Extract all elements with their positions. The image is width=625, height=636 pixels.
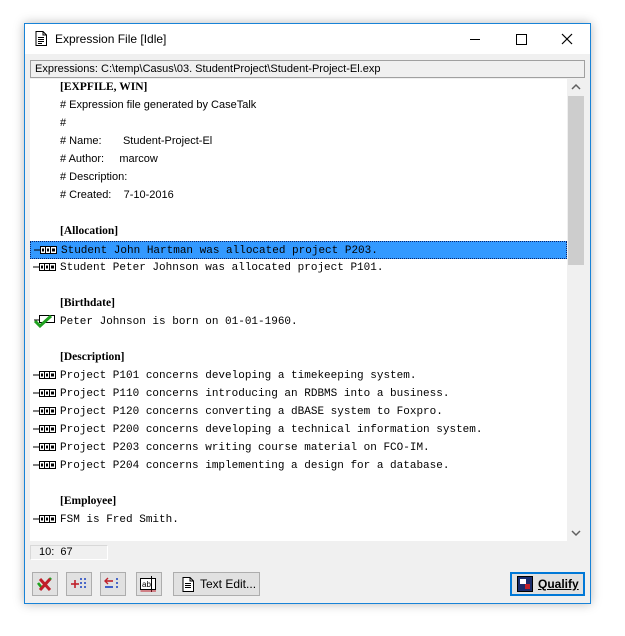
section-header-line[interactable]: [Employee]: [30, 493, 567, 511]
comment-text: # Expression file generated by CaseTalk: [60, 99, 257, 111]
comment-line[interactable]: # Created: 7-10-2016: [30, 187, 567, 205]
minimize-icon: [470, 39, 480, 40]
expression-lines[interactable]: [EXPFILE, WIN] # Expression file generate…: [30, 79, 567, 541]
comment-text: # Author: marcow: [60, 153, 158, 165]
section-header-line[interactable]: [Allocation]: [30, 223, 567, 241]
fact-expression-line[interactable]: Student John Hartman was allocated proje…: [30, 241, 567, 259]
expression-path-label: Expressions: C:\temp\Casus\03. StudentPr…: [30, 60, 585, 78]
qualified-fact-icon: [33, 314, 55, 328]
section-header-line[interactable]: [EXPFILE, WIN]: [30, 79, 567, 97]
fact-icon: [33, 389, 56, 397]
fact-icon: [33, 425, 56, 433]
expression-file-window: Expression File [Idle] Expressions: C:\t…: [24, 23, 591, 604]
fact-text: Project P204 concerns implementing a des…: [60, 460, 450, 472]
add-line-button[interactable]: [66, 572, 92, 596]
comment-text: #: [60, 117, 67, 129]
fact-expression-line[interactable]: Project P200 concerns developing a techn…: [30, 421, 567, 439]
comment-text: # Name: Student-Project-El: [60, 135, 213, 147]
close-button[interactable]: [544, 24, 590, 54]
blank-line[interactable]: [30, 277, 567, 295]
delete-x-icon: [36, 577, 52, 592]
fact-text: Student Peter Johnson was allocated proj…: [60, 262, 384, 274]
rename-ab-icon: ab: [140, 576, 156, 592]
maximize-icon: [516, 34, 527, 45]
section-name: [Description]: [60, 351, 125, 363]
document-icon: [182, 576, 194, 592]
svg-text:ab: ab: [142, 580, 151, 589]
close-icon: [561, 33, 573, 45]
minimize-button[interactable]: [452, 24, 498, 54]
fact-expression-line[interactable]: Project P203 concerns writing course mat…: [30, 439, 567, 457]
remove-line-icon: [104, 577, 118, 590]
fact-icon: [33, 443, 56, 451]
maximize-button[interactable]: [498, 24, 544, 54]
section-header-line[interactable]: [Description]: [30, 349, 567, 367]
fact-text: Project P200 concerns developing a techn…: [60, 424, 483, 436]
scrollbar-thumb[interactable]: [568, 96, 584, 265]
fact-text: Student John Hartman was allocated proje…: [61, 245, 378, 257]
chevron-down-icon: [571, 530, 581, 537]
comment-text: # Description:: [60, 171, 128, 183]
comment-line[interactable]: # Name: Student-Project-El: [30, 133, 567, 151]
blank-line[interactable]: [30, 205, 567, 223]
title-bar[interactable]: Expression File [Idle]: [25, 24, 590, 54]
qualify-button[interactable]: Qualify: [510, 572, 585, 596]
bottom-toolbar: ab Text Edit... Qualify: [30, 564, 585, 598]
fact-text: Project P101 concerns developing a timek…: [60, 370, 417, 382]
comment-line[interactable]: # Expression file generated by CaseTalk: [30, 97, 567, 115]
chevron-up-icon: [571, 83, 581, 90]
comment-line[interactable]: # Description:: [30, 169, 567, 187]
blank-line[interactable]: [30, 475, 567, 493]
fact-text: Project P120 concerns converting a dBASE…: [60, 406, 443, 418]
section-name: [Employee]: [60, 495, 117, 507]
section-header-line[interactable]: [Birthdate]: [30, 295, 567, 313]
fact-expression-line[interactable]: FSM is Fred Smith.: [30, 511, 567, 529]
fact-expression-line[interactable]: Peter Johnson is born on 01-01-1960.: [30, 313, 567, 331]
fact-expression-line[interactable]: Student Peter Johnson was allocated proj…: [30, 259, 567, 277]
fact-icon: [33, 407, 56, 415]
expression-editor[interactable]: [EXPFILE, WIN] # Expression file generate…: [30, 79, 585, 541]
comment-line[interactable]: #: [30, 115, 567, 133]
section-name: [Allocation]: [60, 225, 119, 237]
text-edit-button[interactable]: Text Edit...: [173, 572, 260, 596]
fact-expression-line[interactable]: Project P110 concerns introducing an RDB…: [30, 385, 567, 403]
fact-icon: [33, 461, 56, 469]
delete-expression-button[interactable]: [32, 572, 58, 596]
fact-icon: [33, 263, 56, 271]
fact-text: Project P203 concerns writing course mat…: [60, 442, 430, 454]
document-icon: [35, 31, 47, 46]
section-name: [Birthdate]: [60, 297, 115, 309]
add-line-icon: [71, 578, 86, 590]
scroll-up-button[interactable]: [567, 79, 585, 96]
rename-button[interactable]: ab: [136, 572, 162, 596]
qualify-icon: [517, 576, 533, 592]
fact-text: FSM is Fred Smith.: [60, 514, 179, 526]
fact-expression-line[interactable]: Project P101 concerns developing a timek…: [30, 367, 567, 385]
qualify-label: Qualify: [538, 577, 579, 591]
comment-line[interactable]: # Author: marcow: [30, 151, 567, 169]
section-name: [EXPFILE, WIN]: [60, 81, 148, 93]
comment-text: # Created: 7-10-2016: [60, 189, 174, 201]
fact-icon: [34, 246, 57, 254]
fact-text: Peter Johnson is born on 01-01-1960.: [60, 316, 298, 328]
window-title: Expression File [Idle]: [55, 32, 167, 46]
fact-expression-line[interactable]: Project P204 concerns implementing a des…: [30, 457, 567, 475]
remove-line-button[interactable]: [100, 572, 126, 596]
blank-line[interactable]: [30, 331, 567, 349]
fact-text: Project P110 concerns introducing an RDB…: [60, 388, 450, 400]
fact-icon: [33, 515, 56, 523]
scroll-down-button[interactable]: [567, 524, 585, 541]
fact-icon: [33, 371, 56, 379]
cursor-position-status: 10: 67: [30, 545, 108, 560]
fact-expression-line[interactable]: Project P120 concerns converting a dBASE…: [30, 403, 567, 421]
vertical-scrollbar[interactable]: [567, 79, 585, 541]
text-edit-label: Text Edit...: [200, 577, 257, 591]
